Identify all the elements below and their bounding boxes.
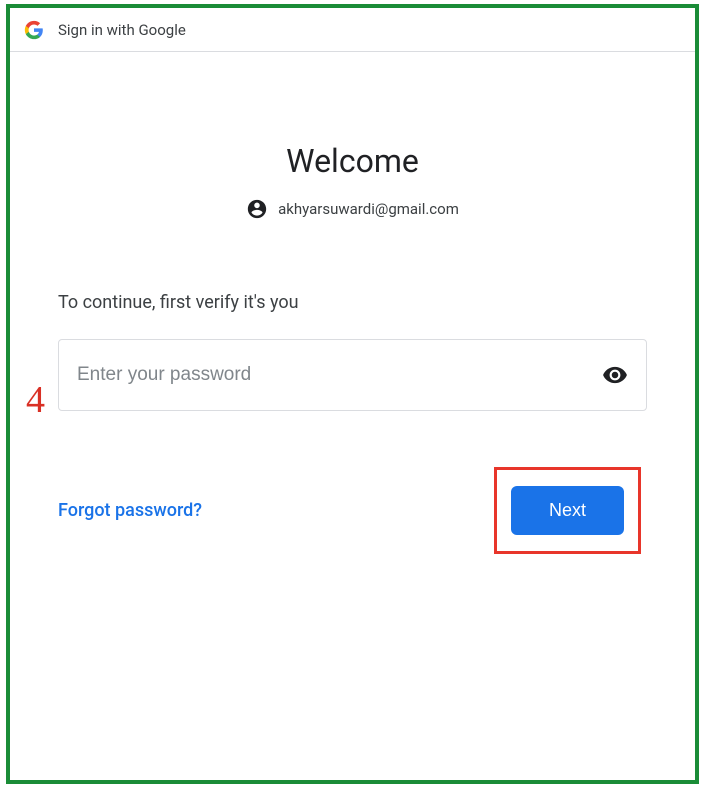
account-circle-icon [246,198,268,220]
account-chip[interactable]: akhyarsuwardi@gmail.com [58,198,647,220]
account-email: akhyarsuwardi@gmail.com [278,200,459,218]
app-window: Sign in with Google Welcome akhyarsuward… [6,4,699,784]
password-input[interactable] [77,364,602,386]
highlight-annotation-box: Next [494,467,641,554]
main-content: Welcome akhyarsuwardi@gmail.com To conti… [10,142,695,554]
verify-prompt: To continue, first verify it's you [58,292,647,313]
header-bar: Sign in with Google [10,8,695,52]
show-password-icon[interactable] [602,362,628,388]
step-number-annotation: 4 [26,378,45,422]
header-title: Sign in with Google [58,21,186,39]
password-box [58,339,647,411]
next-button[interactable]: Next [511,486,624,535]
forgot-password-link[interactable]: Forgot password? [58,500,202,521]
password-field-container [58,339,647,411]
welcome-heading: Welcome [58,142,647,180]
actions-row: Forgot password? Next [58,467,647,554]
google-logo-icon [24,20,44,40]
